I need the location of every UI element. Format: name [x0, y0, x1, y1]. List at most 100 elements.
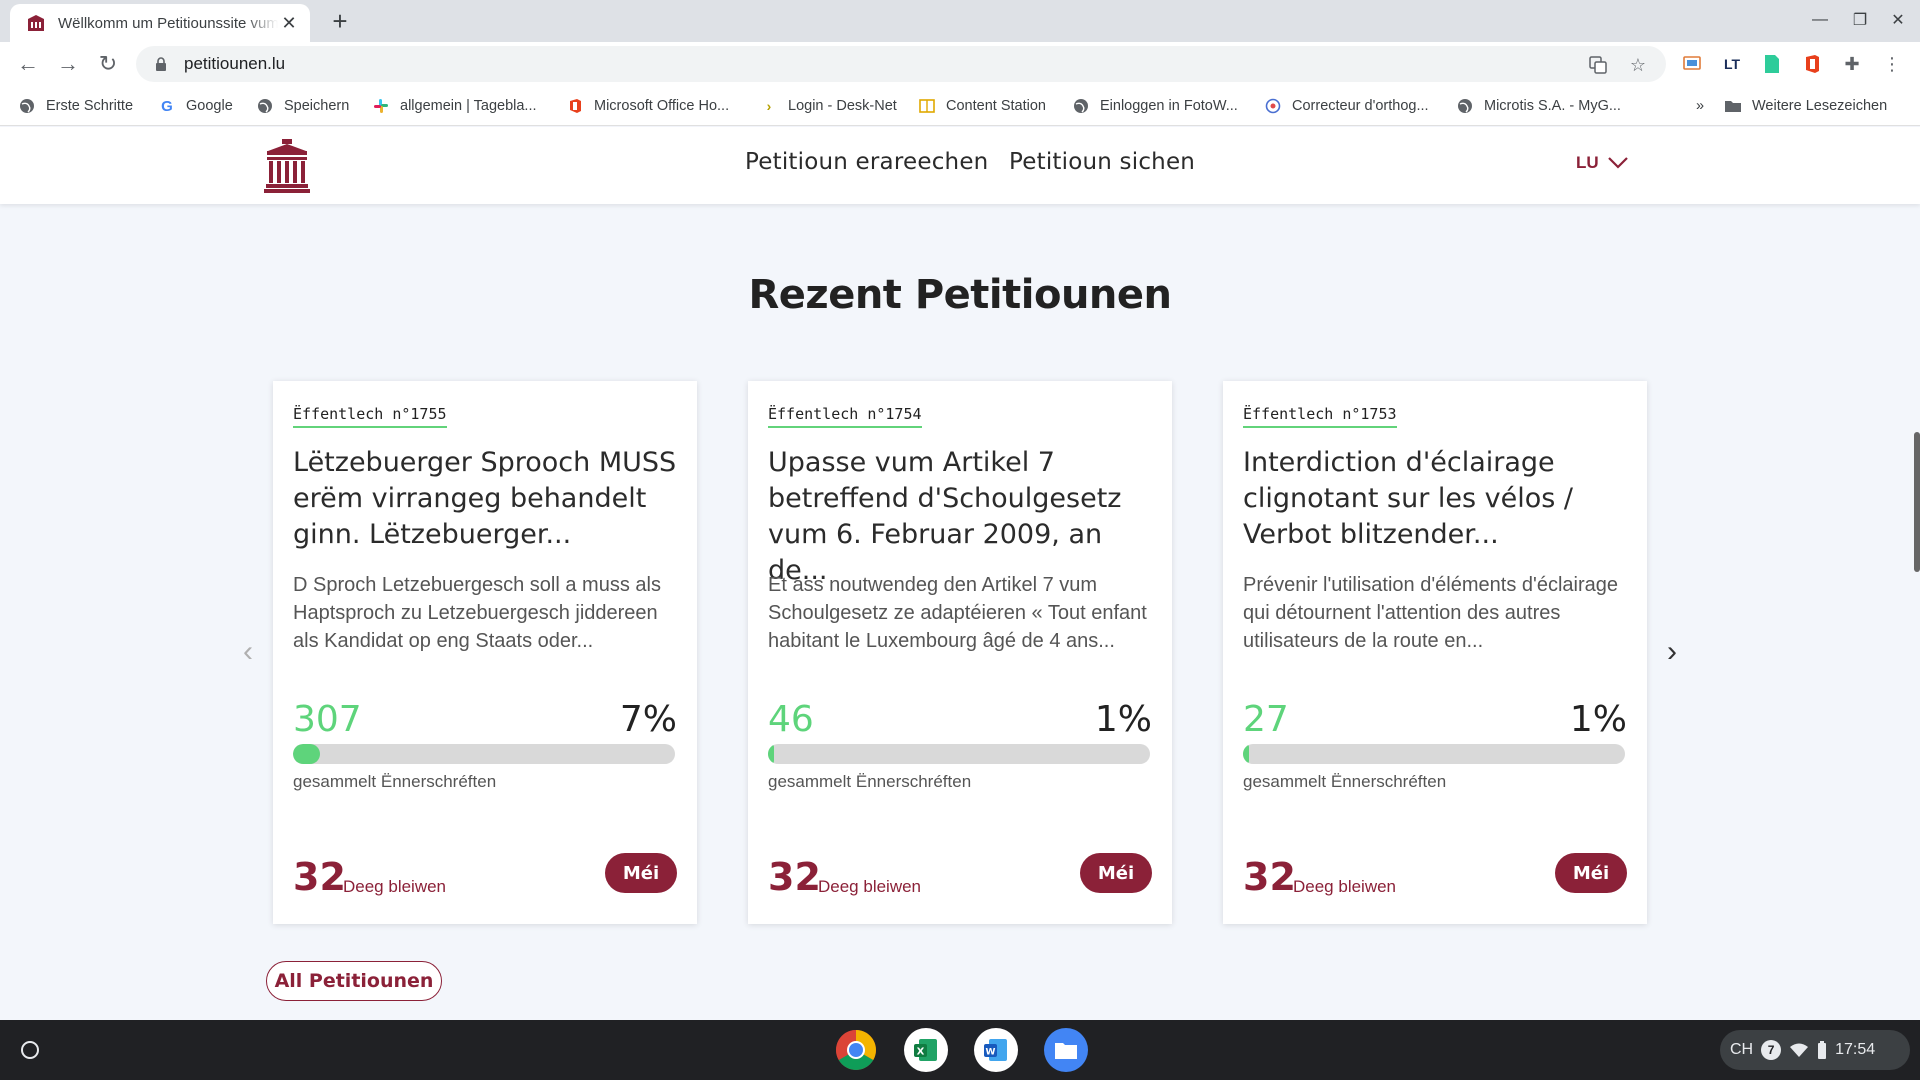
office-icon: [566, 97, 584, 115]
restore-icon[interactable]: ❐: [1848, 8, 1872, 32]
nav-submit-petition[interactable]: Petitioun erareechen: [745, 149, 988, 175]
bookmark-item[interactable]: Einloggen in FotoW...: [1072, 94, 1238, 118]
back-icon[interactable]: ←: [14, 50, 42, 78]
bookmark-label: allgemein | Tagebla...: [400, 98, 537, 114]
translate-icon[interactable]: [1586, 53, 1610, 77]
wifi-icon: [1790, 1043, 1809, 1057]
collected-label: gesammelt Ënnerschréften: [768, 772, 972, 791]
spellcheck-icon: [1264, 97, 1282, 115]
close-tab-icon[interactable]: ✕: [278, 12, 300, 34]
svg-text:W: W: [986, 1048, 996, 1058]
petition-description: Prévenir l'utilisation d'éléments d'écla…: [1243, 574, 1618, 652]
word-icon[interactable]: W: [974, 1028, 1018, 1072]
bookmark-item[interactable]: Erste Schritte: [18, 94, 133, 118]
reload-icon[interactable]: ↻: [94, 50, 122, 78]
days-remaining-label: Deeg bleiwen: [818, 877, 922, 896]
clock: 17:54: [1835, 1041, 1876, 1058]
bookmark-item[interactable]: G Google: [158, 94, 233, 118]
bookmark-item[interactable]: Speichern: [256, 94, 349, 118]
all-petitions-button[interactable]: All Petitiounen: [266, 961, 442, 1001]
other-bookmarks-folder[interactable]: Weitere Lesezeichen: [1724, 94, 1887, 118]
petition-type: Ëffentlech n°1754: [768, 405, 922, 428]
more-button[interactable]: Méi: [1555, 853, 1627, 893]
chrome-icon[interactable]: [834, 1028, 878, 1072]
progress-fill: [768, 744, 774, 764]
slack-icon: [372, 97, 390, 115]
signature-count: 307: [293, 699, 362, 740]
url-text: petitiounen.lu: [184, 54, 286, 73]
progress-fill: [293, 744, 320, 764]
parliament-logo-icon[interactable]: [264, 139, 310, 193]
browser-toolbar: ← → ↻ petitiounen.lu ☆ LT ✚ ⋮: [0, 42, 1920, 86]
forward-icon[interactable]: →: [54, 50, 82, 78]
bookmark-item[interactable]: Correcteur d'orthog...: [1264, 94, 1429, 118]
bookmark-label: Speichern: [284, 98, 350, 114]
petition-card: Ëffentlech n°1755 Lëtzebuerger Sprooch M…: [273, 381, 697, 924]
petition-title[interactable]: Upasse vum Artikel 7 betreffend d'Schoul…: [768, 445, 1158, 589]
svg-text:X: X: [917, 1047, 925, 1058]
carousel-prev-icon[interactable]: ‹: [234, 635, 262, 668]
tab-strip: Wëllkomm um Petitiounssite vum ✕ + — ❐ ✕: [0, 0, 1920, 42]
bookmark-star-icon[interactable]: ☆: [1626, 53, 1650, 77]
minimize-icon[interactable]: —: [1808, 8, 1832, 32]
google-icon: G: [161, 97, 173, 115]
petition-title[interactable]: Interdiction d'éclairage clignotant sur …: [1243, 445, 1633, 553]
status-tray[interactable]: CH 7 17:54: [1720, 1030, 1910, 1070]
nav-search-petition[interactable]: Petitioun sichen: [1009, 149, 1195, 175]
bookmark-label: Microtis S.A. - MyG...: [1484, 98, 1621, 114]
sheets-extension-icon[interactable]: [1760, 52, 1784, 76]
signature-count: 46: [768, 699, 814, 740]
languagetool-icon[interactable]: LT: [1720, 52, 1744, 76]
book-icon: [918, 97, 936, 115]
menu-kebab-icon[interactable]: ⋮: [1880, 52, 1904, 76]
progress-bar: [768, 744, 1150, 764]
lock-icon: [152, 55, 170, 73]
days-remaining-label: Deeg bleiwen: [1293, 877, 1397, 896]
bookmark-item[interactable]: › Login - Desk-Net: [760, 94, 897, 118]
launcher-icon[interactable]: [12, 1032, 48, 1068]
tab-title: Wëllkomm um Petitiounssite vum: [58, 14, 278, 32]
cast-icon[interactable]: [1680, 52, 1704, 76]
scrollbar-thumb[interactable]: [1914, 432, 1920, 572]
bookmark-item[interactable]: Microsoft Office Ho...: [566, 94, 729, 118]
more-bookmarks-button[interactable]: »: [1696, 94, 1704, 118]
language-label: LU: [1576, 153, 1599, 172]
bookmark-label: Microsoft Office Ho...: [594, 98, 730, 114]
progress-bar: [1243, 744, 1625, 764]
signature-percent: 7%: [619, 699, 677, 740]
office-extension-icon[interactable]: [1800, 52, 1824, 76]
files-icon[interactable]: [1044, 1028, 1088, 1072]
bookmark-label: Content Station: [946, 98, 1046, 114]
bookmark-item[interactable]: Content Station: [918, 94, 1046, 118]
bookmark-item[interactable]: allgemein | Tagebla...: [372, 94, 537, 118]
extensions-puzzle-icon[interactable]: ✚: [1840, 52, 1864, 76]
collected-label: gesammelt Ënnerschréften: [293, 772, 497, 791]
close-window-icon[interactable]: ✕: [1886, 8, 1910, 32]
folder-icon: [1724, 97, 1742, 115]
days-remaining: 32: [768, 855, 821, 899]
petition-description: D Sproch Letzebuergesch soll a muss als …: [293, 574, 661, 652]
globe-icon: [256, 97, 274, 115]
excel-icon[interactable]: X: [904, 1028, 948, 1072]
bookmarks-bar: Erste Schritte G Google Speichern allgem…: [0, 86, 1920, 126]
browser-tab[interactable]: Wëllkomm um Petitiounssite vum ✕: [10, 4, 310, 42]
bookmark-label: Correcteur d'orthog...: [1292, 98, 1429, 114]
progress-fill: [1243, 744, 1249, 764]
signature-percent: 1%: [1094, 699, 1152, 740]
language-selector[interactable]: LU: [1576, 153, 1629, 173]
section-title: Rezent Petitiounen: [748, 272, 1172, 318]
more-button[interactable]: Méi: [1080, 853, 1152, 893]
carousel-next-icon[interactable]: ›: [1658, 635, 1686, 668]
petition-card: Ëffentlech n°1754 Upasse vum Artikel 7 b…: [748, 381, 1172, 924]
more-button[interactable]: Méi: [605, 853, 677, 893]
battery-icon: [1818, 1041, 1827, 1059]
globe-icon: [1456, 97, 1474, 115]
new-tab-icon[interactable]: +: [326, 6, 354, 36]
globe-icon: [1072, 97, 1090, 115]
signature-count: 27: [1243, 699, 1289, 740]
bookmark-item[interactable]: Microtis S.A. - MyG...: [1456, 94, 1621, 118]
address-bar[interactable]: petitiounen.lu ☆: [136, 46, 1666, 82]
petition-title[interactable]: Lëtzebuerger Sprooch MUSS erëm virrangeg…: [293, 445, 683, 553]
bookmark-label: Login - Desk-Net: [788, 98, 897, 114]
notification-count: 7: [1761, 1040, 1782, 1060]
